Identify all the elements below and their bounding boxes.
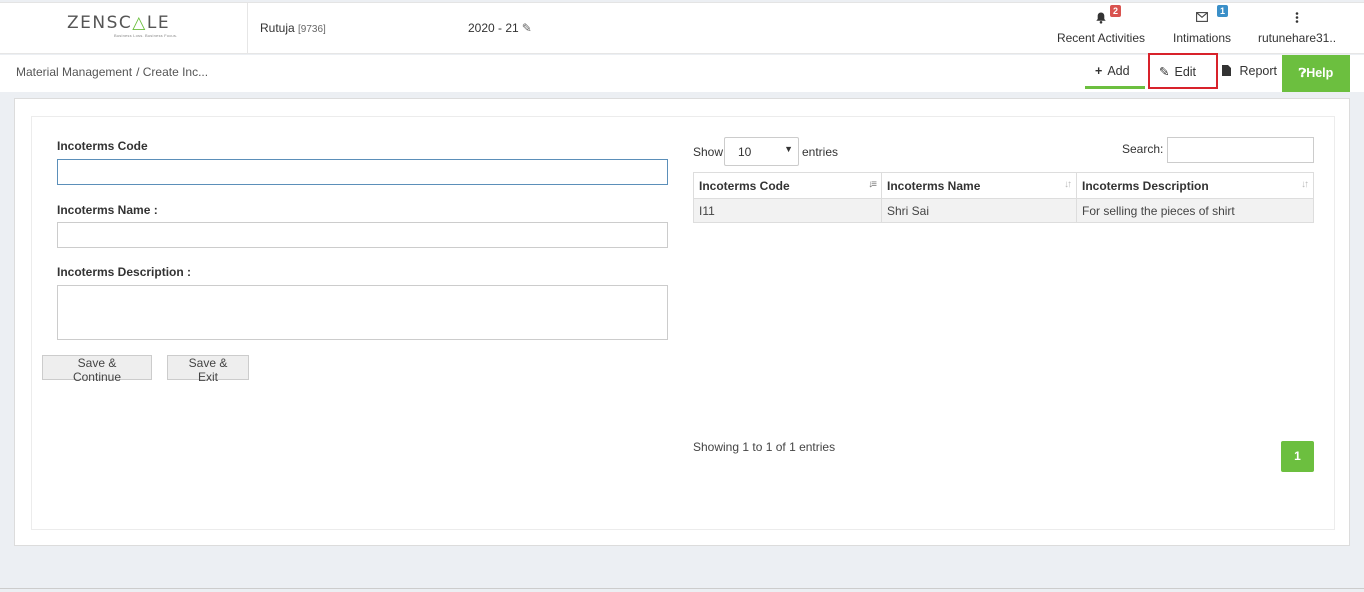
page-size-value: 10 (738, 145, 752, 159)
kebab-menu-icon (1295, 12, 1299, 26)
help-button[interactable]: ❓︎Help (1282, 55, 1350, 92)
main-card: Incoterms Code Incoterms Name : Incoterm… (14, 98, 1350, 546)
incoterms-name-input[interactable] (57, 222, 668, 248)
column-header-name[interactable]: Incoterms Name ↓↑ (881, 172, 1077, 199)
logo-tagline: Business Loss. Business Focus. (114, 33, 178, 38)
entries-label: entries (802, 145, 839, 159)
cell-description: For selling the pieces of shirt (1076, 198, 1314, 223)
save-continue-button[interactable]: Save & Continue (42, 355, 152, 384)
incoterms-table: Incoterms Code ↓≡ Incoterms Name ↓↑ Incote… (693, 172, 1314, 223)
logo-wordmark: ZENSC△LE (67, 13, 171, 33)
table-info: Showing 1 to 1 of 1 entries (693, 440, 836, 454)
recent-activities-label: Recent Activities (1056, 31, 1146, 45)
intimations[interactable]: 1 Intimations (1166, 3, 1238, 54)
breadcrumb-module[interactable]: Material Management (16, 65, 132, 79)
caret-down-icon: ▼ (784, 144, 793, 154)
column-header-description[interactable]: Incoterms Description ↓↑ (1076, 172, 1314, 199)
logo[interactable]: ZENSC△LE Business Loss. Business Focus. (0, 3, 248, 54)
help-label: Help (1306, 66, 1334, 80)
edit-icon: ✎ (1159, 65, 1170, 79)
sort-icon: ↓↑ (1064, 179, 1072, 190)
search-label: Search: (1122, 142, 1164, 156)
form-panel: Incoterms Code Incoterms Name : Incoterm… (31, 116, 1335, 530)
user-menu-label: rutunehare31.. (1257, 31, 1337, 45)
tab-add[interactable]: + Add (1085, 55, 1145, 89)
sort-icon: ↓↑ (1301, 179, 1309, 190)
show-label: Show (693, 145, 724, 159)
breadcrumb-current: / Create Inc... (136, 65, 209, 79)
recent-activities[interactable]: 2 Recent Activities (1056, 3, 1146, 54)
intimations-count-badge: 1 (1217, 5, 1228, 17)
save-exit-button[interactable]: Save & Exit (167, 355, 249, 384)
plus-icon: + (1095, 64, 1103, 78)
search-input[interactable] (1167, 137, 1314, 163)
sort-asc-icon: ↓≡ (868, 179, 877, 190)
pagination-page-1[interactable]: 1 (1281, 441, 1314, 472)
column-header-name-label: Incoterms Name (887, 178, 981, 193)
bell-icon (1096, 12, 1107, 27)
user-menu[interactable]: rutunehare31.. (1256, 3, 1338, 54)
company-user: Rutuja [9736] (260, 21, 326, 35)
breadcrumb: Material Management / Create Inc... (16, 65, 208, 79)
incoterms-code-label: Incoterms Code (57, 139, 148, 153)
incoterms-description-input[interactable] (57, 285, 668, 340)
activities-count-badge: 2 (1110, 5, 1121, 17)
edit-icon[interactable]: ✎ (522, 21, 532, 35)
tab-report-label: Report (1239, 64, 1278, 78)
envelope-icon (1196, 12, 1208, 25)
top-header: ZENSC△LE Business Loss. Business Focus. … (0, 2, 1364, 54)
tab-report[interactable]: Report (1212, 55, 1282, 89)
breadcrumb-bar: Material Management / Create Inc... + Add … (0, 53, 1364, 92)
cell-code: I11 (693, 198, 882, 223)
column-header-code-label: Incoterms Code (699, 178, 790, 193)
column-header-code[interactable]: Incoterms Code ↓≡ (693, 172, 882, 199)
intimations-label: Intimations (1172, 31, 1232, 45)
tab-add-label: Add (1107, 64, 1130, 78)
cell-name: Shri Sai (881, 198, 1077, 223)
page-size-select[interactable]: 10 ▼ (724, 137, 799, 166)
table-row[interactable]: I11 Shri Sai For selling the pieces of s… (693, 198, 1314, 223)
footer-divider (0, 588, 1364, 589)
file-icon (1222, 64, 1234, 78)
tab-edit-label: Edit (1174, 65, 1197, 79)
tab-edit[interactable]: ✎ Edit (1148, 53, 1218, 89)
incoterms-code-input[interactable] (57, 159, 668, 185)
column-header-description-label: Incoterms Description (1082, 178, 1209, 193)
incoterms-description-label: Incoterms Description : (57, 265, 192, 279)
incoterms-name-label: Incoterms Name : (57, 203, 158, 217)
financial-year[interactable]: 2020 - 21 ✎ (468, 21, 532, 35)
